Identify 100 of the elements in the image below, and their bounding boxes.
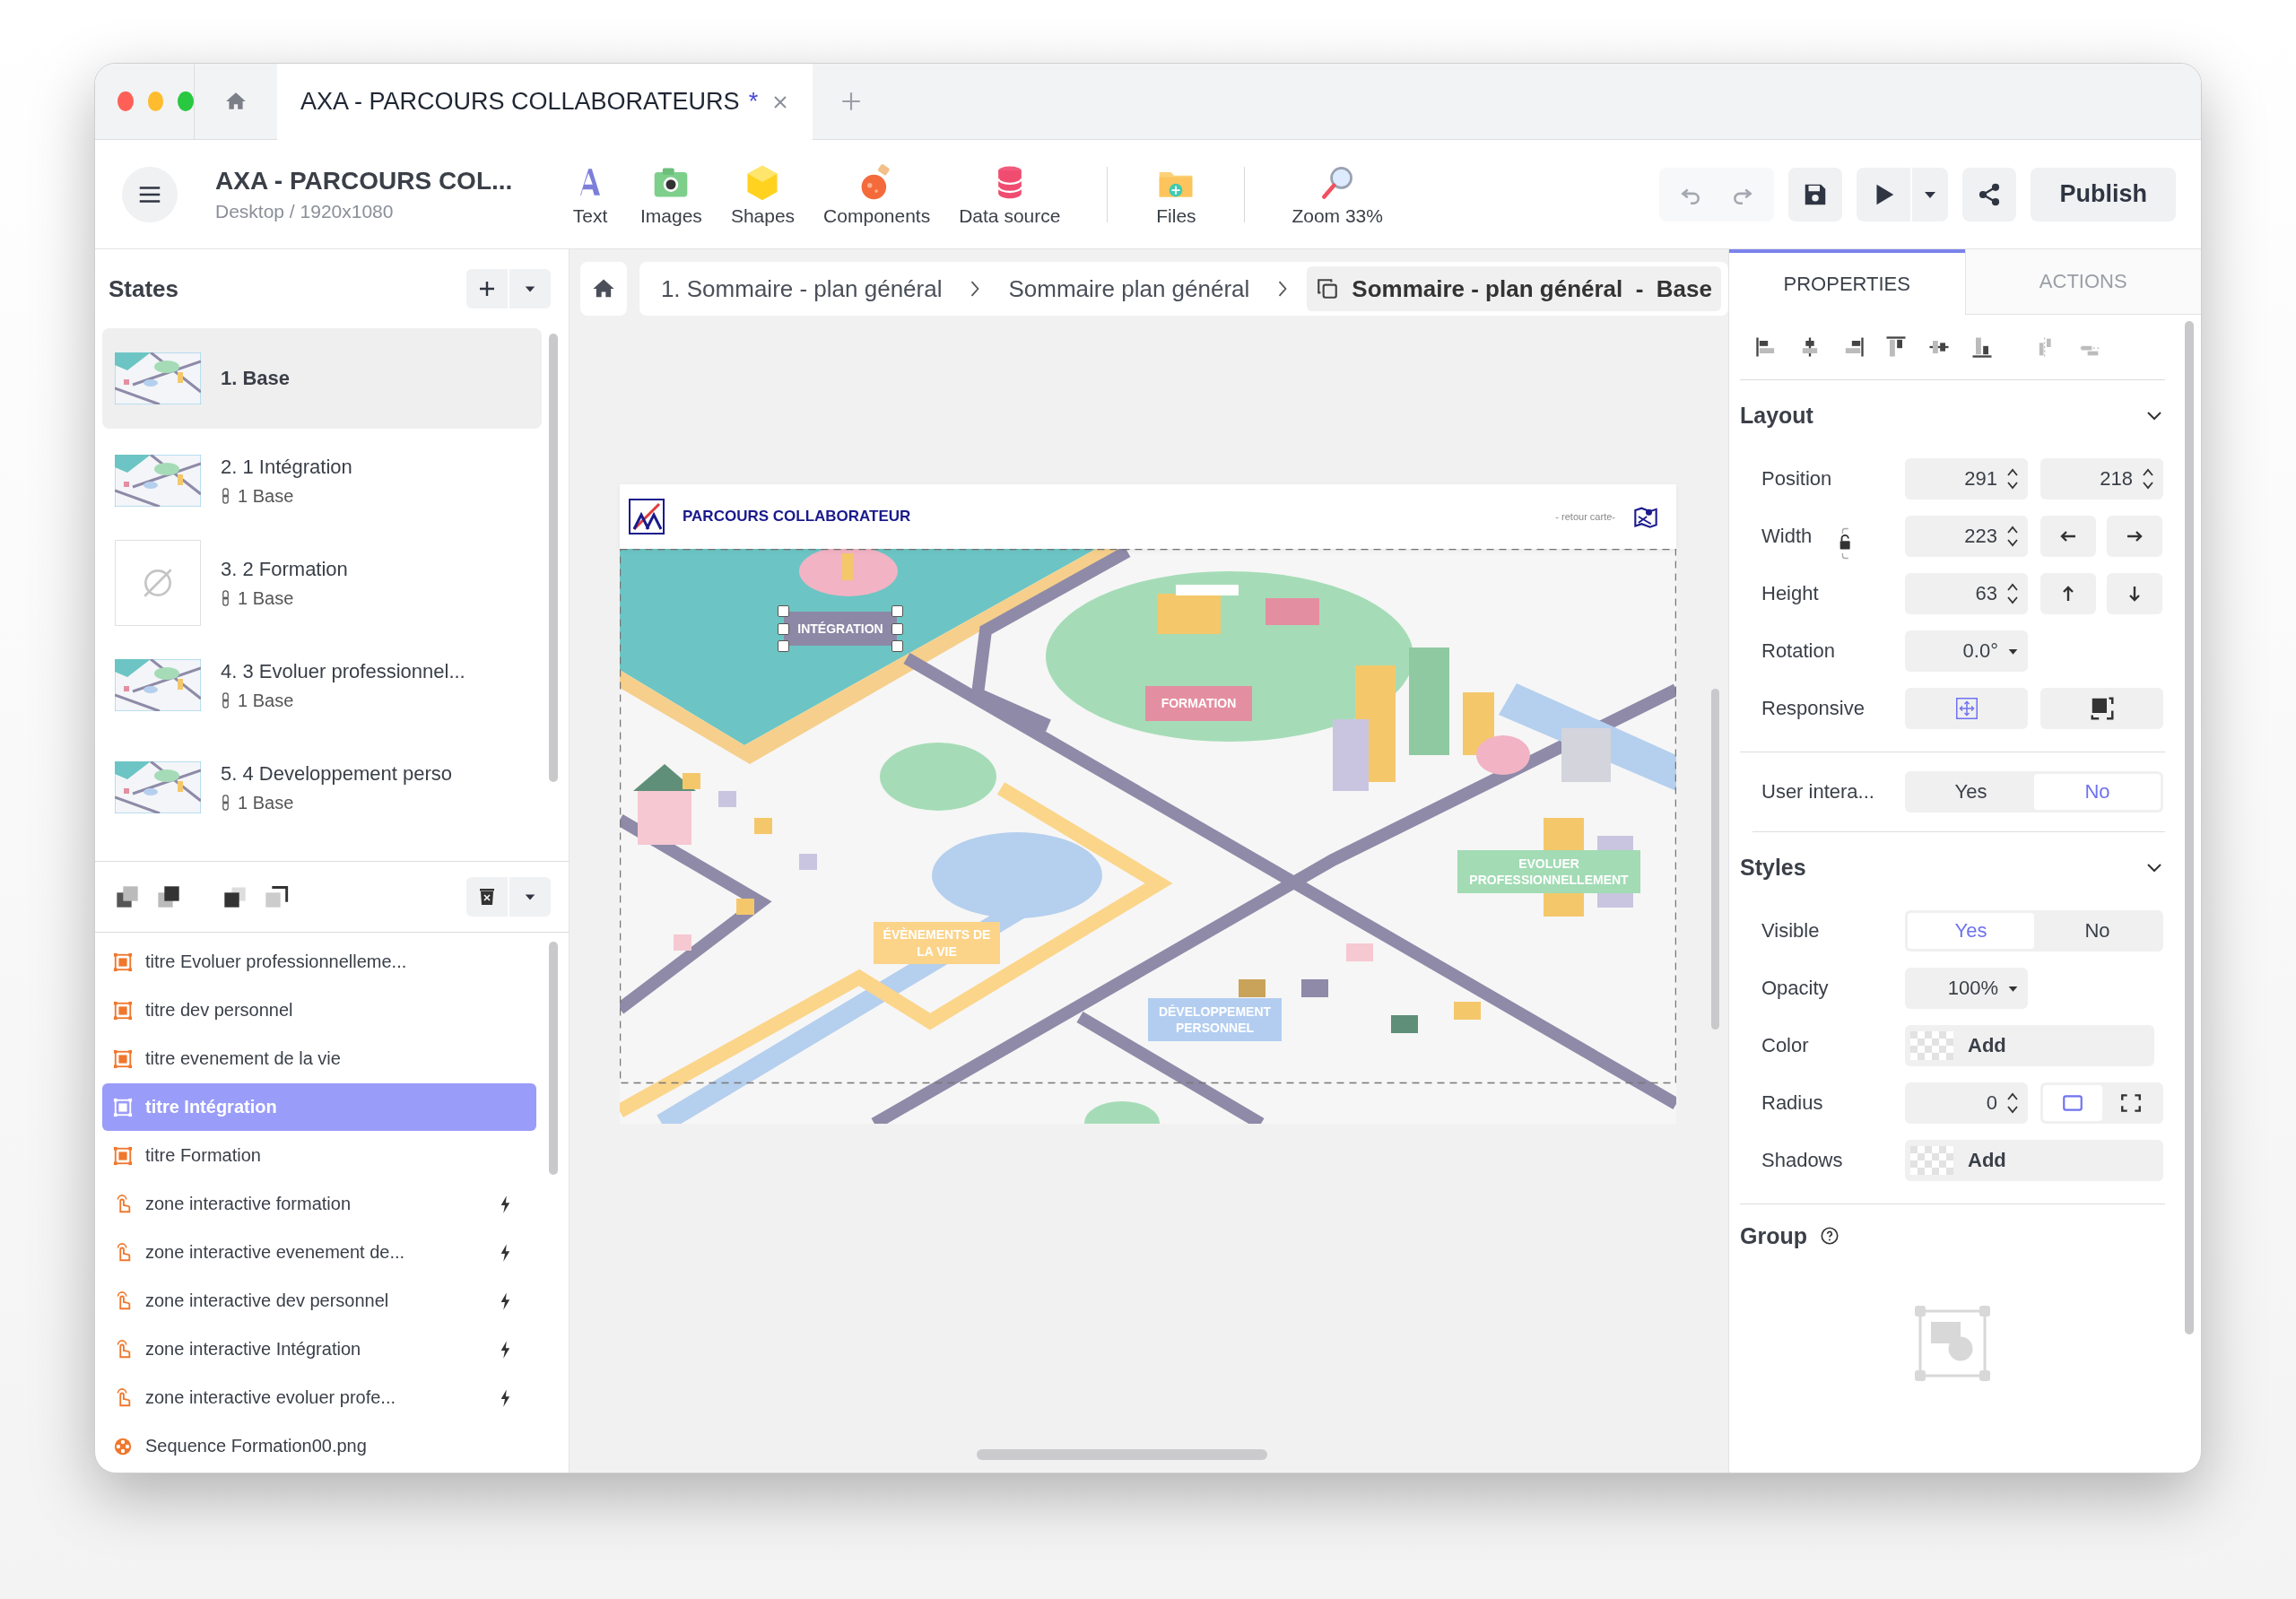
anchor-button[interactable] [2040,688,2163,729]
transparent-swatch-icon [1910,1031,1953,1060]
scrollbar[interactable] [2185,321,2194,1334]
layer-item[interactable]: zone interactive formation [102,1180,536,1228]
link-icon [221,692,230,708]
section-title: Group [1740,1222,1807,1249]
scrollbar[interactable] [549,942,558,1175]
field-label: Responsive [1761,697,1866,720]
document-tab[interactable]: AXA - PARCOURS COLLABORATEURS * [277,64,813,140]
copy-icon [1316,277,1340,300]
image-layer-icon [113,1145,133,1166]
state-name: 3. 2 Formation [221,557,348,581]
bring-front-icon[interactable] [115,884,140,909]
add-field[interactable]: Add [1905,1025,2154,1066]
share-button[interactable] [1962,167,2017,222]
uniform-radius-button[interactable] [2043,1085,2102,1121]
section-title: Layout [1740,402,1813,429]
help-icon[interactable] [1820,1226,1839,1246]
base-state: 1 Base [238,485,294,507]
number-field[interactable]: 218 [2040,458,2163,500]
tool-button[interactable]: Data source [948,161,1072,227]
section-title: Styles [1740,854,1806,881]
base-state: 1 Base [238,690,294,711]
layer-item[interactable]: zone interactive Intégration [102,1325,536,1373]
window-control-dot[interactable] [117,91,134,111]
unsaved-mark: * [748,88,759,116]
number-field[interactable]: 223 [1905,516,2028,557]
state-item[interactable]: 2. 1 Intégration 1 Base [102,430,542,531]
layer-item[interactable]: titre Evoluer professionnelleme... [102,938,536,986]
layer-item[interactable]: titre dev personnel [102,986,536,1034]
layer-item[interactable]: Sequence Formation00.png [102,1422,536,1470]
dropdown[interactable]: 100% [1905,968,2028,1009]
save-button[interactable] [1788,167,1843,222]
toggle-option[interactable]: Yes [1908,913,2034,949]
number-field[interactable]: 291 [1905,458,2028,500]
back-link[interactable]: - retour carte- [1555,511,1615,522]
send-back-icon[interactable] [156,884,181,909]
breadcrumb-item[interactable]: Sommaire - plan général - Base [1307,266,1721,311]
field-label: Opacity [1761,977,1830,1000]
panel-title: States [109,274,179,303]
layer-item[interactable]: zone interactive dev personnel [102,1277,536,1325]
breadcrumb-item[interactable]: Sommaire plan général [999,266,1259,311]
layer-item[interactable]: titre Formation [102,1132,536,1179]
tool-button[interactable]: Shapes [719,161,806,227]
state-item[interactable]: 5. 4 Developpement perso 1 Base [102,737,542,838]
number-field[interactable]: 0 [1905,1082,2028,1124]
project-title: AXA - PARCOURS COL... [215,166,514,196]
field-label: Position [1761,467,1833,491]
toggle-option[interactable]: No [2034,774,2161,810]
layer-item[interactable]: zone interactive evoluer profe... [102,1374,536,1421]
scrollbar[interactable] [977,1449,1267,1460]
tool-button[interactable]: Components [813,161,942,227]
field-label: User intera... [1761,780,1875,804]
publish-button[interactable]: Publish [2031,167,2176,222]
delete-button[interactable] [466,877,508,917]
window-control-dot[interactable] [178,91,194,111]
state-name: 5. 4 Developpement perso [221,761,453,786]
toggle-option[interactable]: No [2034,913,2161,949]
tool-button[interactable]: Text [558,161,622,227]
home-button[interactable] [580,262,627,316]
tool-button[interactable]: Files [1144,161,1209,227]
window-control-dot[interactable] [147,91,164,111]
group-placeholder-icon [1912,1303,1993,1384]
tab-title[interactable]: AXA - PARCOURS COLLABORATEURS [300,88,740,116]
image-layer-icon [113,1048,133,1069]
tool-button[interactable]: Images [630,161,713,227]
selection-handles[interactable] [777,604,904,653]
image-layer-icon [113,1000,133,1021]
field-label: Color [1761,1034,1810,1057]
toggle-option[interactable]: Yes [1908,774,2034,810]
field-label: Width [1761,525,1813,548]
play-button[interactable] [1857,167,1911,222]
add-field[interactable]: Add [1905,1140,2163,1181]
image-layer-icon [113,1097,133,1117]
layer-item[interactable]: titre evenement de la vie [102,1035,536,1082]
responsive-button[interactable] [1905,688,2028,729]
state-item[interactable]: 1. Base [102,328,542,429]
state-name: 2. 1 Intégration [221,455,352,479]
base-state: 1 Base [238,792,294,813]
send-backward-icon[interactable] [264,884,289,909]
scrollbar[interactable] [1711,689,1719,1030]
tool-button[interactable]: Zoom 33% [1281,161,1394,227]
field-label: Rotation [1761,639,1836,663]
scrollbar[interactable] [549,334,558,782]
dropdown[interactable]: 0.0° [1905,630,2028,672]
breadcrumb-item[interactable]: 1. Sommaire - plan général [651,266,952,311]
transparent-swatch-icon [1910,1146,1953,1175]
state-item[interactable]: 4. 3 Evoluer professionnel... 1 Base [102,635,542,735]
film-reel-icon [113,1436,133,1456]
project-size: Desktop / 1920x1080 [215,200,395,222]
link-icon [221,795,230,811]
field-label: Visible [1761,919,1821,943]
image-layer-icon [113,952,133,972]
design-title: PARCOURS COLLABORATEUR [683,508,911,526]
add-state-button[interactable] [466,269,508,309]
state-name: 1. Base [221,367,291,390]
field-label: Radius [1761,1091,1824,1115]
number-field[interactable]: 63 [1905,573,2028,614]
state-item[interactable]: 3. 2 Formation 1 Base [102,533,542,633]
layer-item[interactable]: zone interactive evenement de... [102,1229,536,1276]
